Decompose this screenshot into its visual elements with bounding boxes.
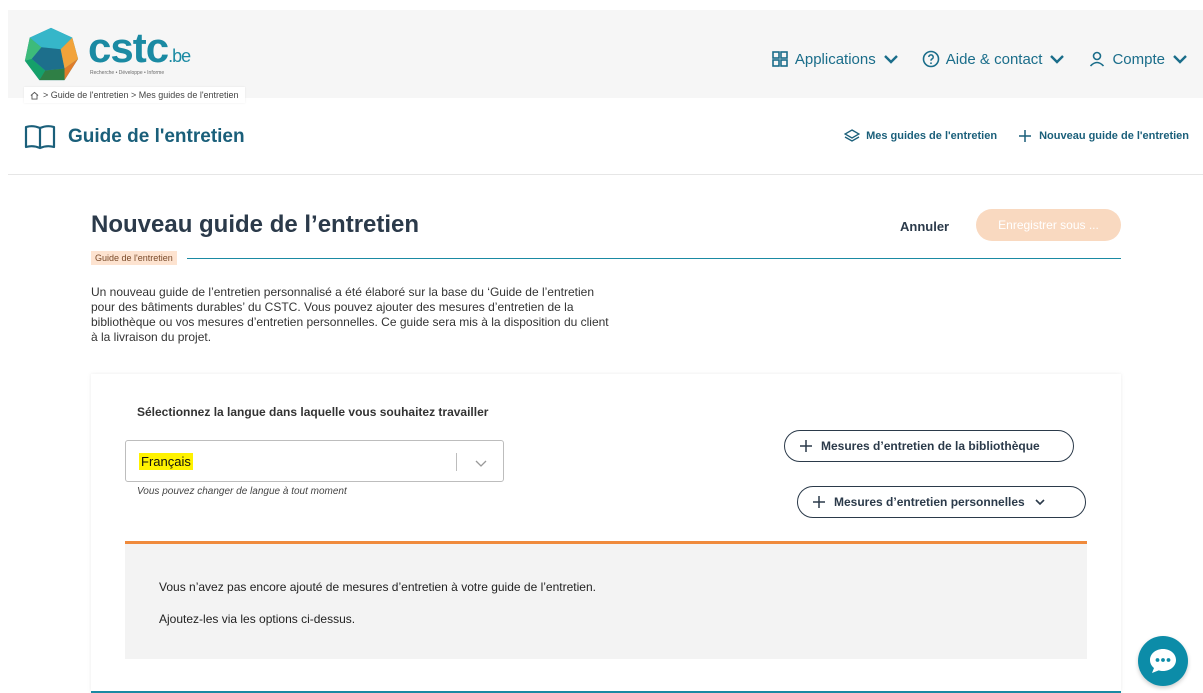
save-as-button[interactable]: Enregistrer sous ... <box>976 209 1121 241</box>
page-title: Nouveau guide de l’entretien <box>91 211 420 238</box>
my-guides-label: Mes guides de l'entretien <box>866 130 998 142</box>
breadcrumb: > Guide de l'entretien > Mes guides de l… <box>24 87 245 103</box>
chat-button[interactable] <box>1138 636 1188 686</box>
book-icon <box>24 125 56 150</box>
help-contact-menu[interactable]: Aide & contact <box>922 50 1067 68</box>
plus-icon <box>1019 130 1032 142</box>
cstc-logo-icon[interactable] <box>22 26 80 84</box>
grid-icon <box>772 51 788 67</box>
plus-icon <box>813 496 825 508</box>
add-library-measures-button[interactable]: Mesures d’entretien de la bibliothèque <box>784 430 1074 462</box>
module-title-label: Guide de l'entretien <box>68 126 245 147</box>
home-icon[interactable] <box>30 91 39 100</box>
library-measures-label: Mesures d’entretien de la bibliothèque <box>821 439 1040 453</box>
chevron-down-icon <box>1050 55 1065 64</box>
top-navigation: Applications Aide & contact Compte <box>771 50 1189 68</box>
my-guides-link[interactable]: Mes guides de l'entretien <box>844 128 997 144</box>
user-icon <box>1090 51 1105 67</box>
language-label: Sélectionnez la langue dans laquelle vou… <box>137 405 489 419</box>
empty-hint: Ajoutez-les via les options ci-dessus. <box>159 612 356 626</box>
logo-tagline: Recherche • Développe • Informe <box>90 70 165 76</box>
section-tag-line: Guide de l'entretien <box>91 251 1121 265</box>
guide-card: Sélectionnez la langue dans laquelle vou… <box>91 374 1121 693</box>
help-icon <box>922 50 940 68</box>
personal-measures-label: Mesures d’entretien personnelles <box>834 495 1025 509</box>
module-actions: Mes guides de l'entretien Nouveau guide … <box>844 128 1189 144</box>
cancel-button[interactable]: Annuler <box>900 219 949 234</box>
language-select[interactable]: Français <box>125 440 504 482</box>
divider <box>187 258 1121 259</box>
logo-wordmark[interactable]: cstc.be <box>88 27 191 76</box>
plus-icon <box>800 440 812 452</box>
intro-text: Un nouveau guide de l’entretien personna… <box>91 285 609 344</box>
language-hint: Vous pouvez changer de langue à tout mom… <box>137 486 347 497</box>
chevron-down-icon <box>883 55 898 64</box>
chat-bubble-icon <box>1150 649 1176 673</box>
select-separator <box>456 453 457 471</box>
applications-menu[interactable]: Applications <box>771 50 900 68</box>
chevron-down-icon <box>1173 55 1187 64</box>
applications-label: Applications <box>794 50 876 68</box>
account-label: Compte <box>1112 50 1165 68</box>
empty-state: Vous n’avez pas encore ajouté de mesures… <box>125 541 1087 659</box>
logo-name: cstc <box>88 24 169 71</box>
account-menu[interactable]: Compte <box>1088 50 1189 68</box>
breadcrumb-path[interactable]: > Guide de l'entretien > Mes guides de l… <box>43 90 239 100</box>
help-contact-label: Aide & contact <box>945 50 1043 68</box>
language-selected-value: Français <box>139 453 193 470</box>
logo-suffix: .be <box>168 46 191 66</box>
add-personal-measures-button[interactable]: Mesures d’entretien personnelles <box>797 486 1086 518</box>
empty-message: Vous n’avez pas encore ajouté de mesures… <box>159 580 596 594</box>
module-title[interactable]: Guide de l'entretien <box>24 124 245 150</box>
new-guide-link[interactable]: Nouveau guide de l'entretien <box>1017 128 1189 144</box>
new-guide-label: Nouveau guide de l'entretien <box>1039 130 1189 142</box>
chevron-down-icon <box>1035 499 1045 506</box>
chevron-down-icon[interactable] <box>474 456 488 470</box>
layers-icon <box>844 129 861 142</box>
section-tag: Guide de l'entretien <box>91 251 177 265</box>
